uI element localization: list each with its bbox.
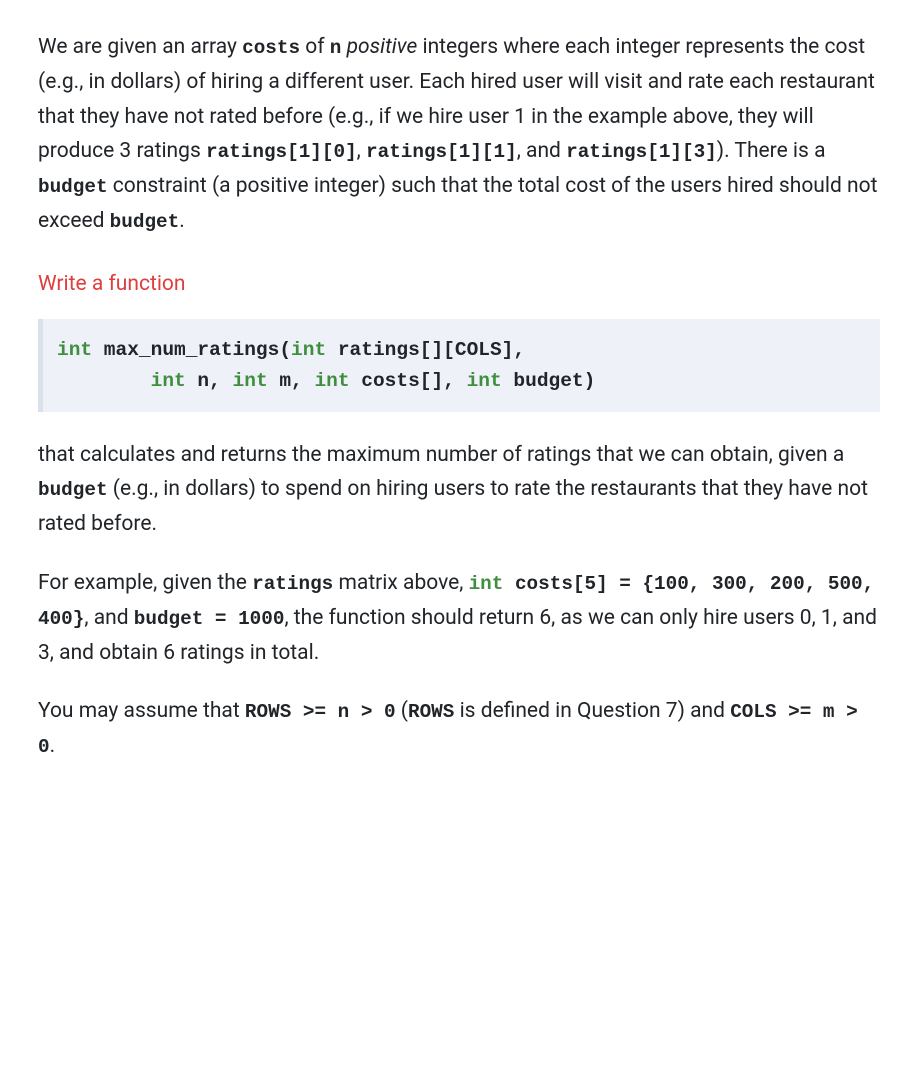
- keyword-int: int: [469, 573, 504, 595]
- keyword-int: int: [151, 370, 186, 392]
- text: We are given an array: [38, 35, 242, 59]
- code-budget-value: budget = 1000: [134, 608, 285, 630]
- function-signature-block: int max_num_ratings(int ratings[][COLS],…: [38, 319, 880, 411]
- code-budget-2: budget: [110, 211, 180, 233]
- text: , and: [84, 606, 133, 630]
- code-text: m,: [268, 370, 315, 392]
- text: For example, given the: [38, 571, 252, 595]
- code-ratings: ratings: [252, 573, 333, 595]
- text: (e.g., in dollars) to spend on hiring us…: [38, 477, 868, 536]
- keyword-int: int: [291, 339, 326, 361]
- keyword-int: int: [233, 370, 268, 392]
- code-rows-constraint: ROWS >= n > 0: [245, 701, 396, 723]
- code-rows: ROWS: [408, 701, 454, 723]
- keyword-int: int: [314, 370, 349, 392]
- emphasis-positive: positive: [347, 35, 418, 59]
- code-text: ratings[][COLS],: [326, 339, 525, 361]
- text: You may assume that: [38, 699, 245, 723]
- text: .: [50, 734, 56, 758]
- paragraph-2: that calculates and returns the maximum …: [38, 438, 880, 542]
- text: of: [300, 35, 330, 59]
- keyword-int: int: [57, 339, 92, 361]
- text: .: [179, 209, 185, 233]
- code-indent: [57, 370, 151, 392]
- code-text: max_num_ratings(: [92, 339, 291, 361]
- text: (: [396, 699, 408, 723]
- paragraph-1: We are given an array costs of n positiv…: [38, 30, 880, 239]
- code-ratings-1-0: ratings[1][0]: [206, 141, 357, 163]
- code-n: n: [330, 37, 342, 59]
- text: that calculates and returns the maximum …: [38, 443, 844, 467]
- keyword-int: int: [467, 370, 502, 392]
- code-text: n,: [186, 370, 233, 392]
- section-heading: Write a function: [38, 267, 880, 302]
- text: ). There is a: [717, 139, 826, 163]
- text: , and: [517, 139, 566, 163]
- code-text: costs[],: [350, 370, 467, 392]
- code-budget: budget: [38, 176, 108, 198]
- text: ,: [357, 139, 366, 163]
- code-ratings-1-1: ratings[1][1]: [366, 141, 517, 163]
- text: matrix above,: [333, 571, 468, 595]
- code-costs: costs: [242, 37, 300, 59]
- code-budget: budget: [38, 479, 108, 501]
- code-ratings-1-3: ratings[1][3]: [566, 141, 717, 163]
- code-text: budget): [502, 370, 596, 392]
- paragraph-3: For example, given the ratings matrix ab…: [38, 566, 880, 670]
- text: is defined in Question 7) and: [454, 699, 730, 723]
- paragraph-4: You may assume that ROWS >= n > 0 (ROWS …: [38, 694, 880, 764]
